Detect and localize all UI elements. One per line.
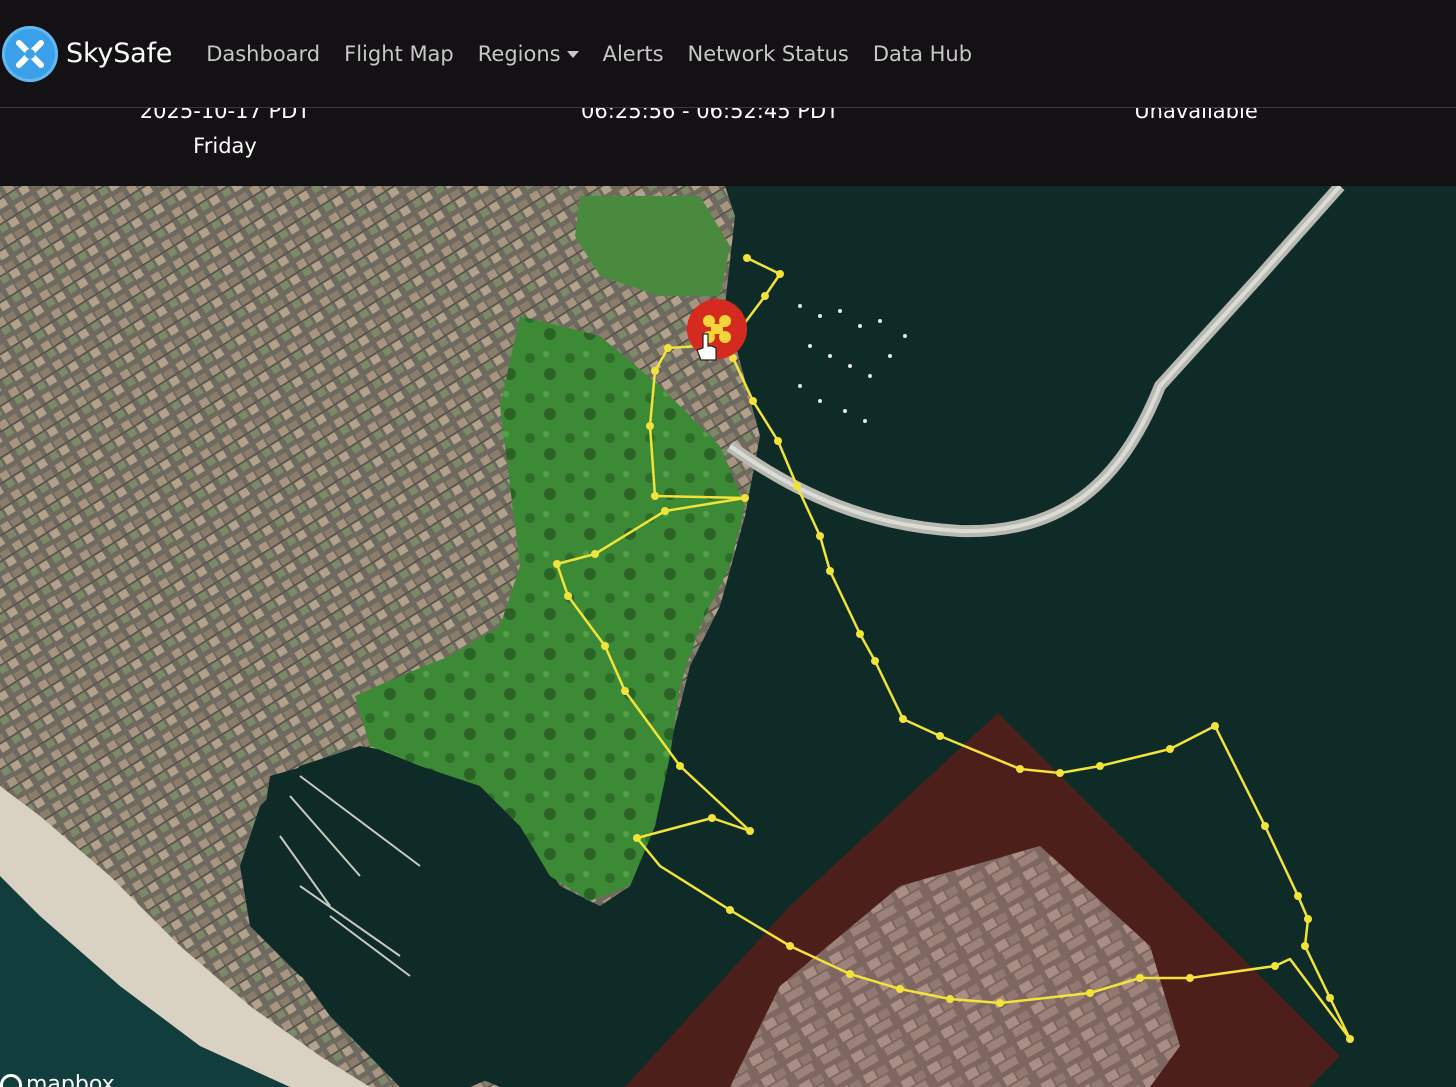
nav-regions-dropdown[interactable]: Regions (478, 42, 579, 66)
brand[interactable]: SkySafe (2, 24, 172, 84)
nav-flight-map[interactable]: Flight Map (344, 42, 454, 66)
top-navbar: SkySafe Dashboard Flight Map Regions Ale… (0, 0, 1456, 108)
drone-marker[interactable] (687, 299, 747, 359)
nav-alerts[interactable]: Alerts (603, 42, 664, 66)
flight-map[interactable]: mapbox (0, 186, 1456, 1087)
nav-network-status-label: Network Status (687, 41, 849, 66)
nav-links: Dashboard Flight Map Regions Alerts Netw… (194, 42, 984, 66)
flight-info-strip: 2025-10-17 PDT Friday 06:25:56 - 06:52:4… (0, 108, 1456, 186)
map-canvas (0, 186, 1456, 1087)
nav-dashboard-label: Dashboard (206, 41, 321, 66)
nav-network-status[interactable]: Network Status (688, 42, 849, 66)
nav-data-hub-label: Data Hub (872, 41, 973, 66)
flight-status: Unavailable (1134, 108, 1258, 123)
nav-regions-label: Regions (477, 41, 561, 66)
mapbox-attribution-text: mapbox (26, 1072, 115, 1087)
flight-time-range: 06:25:56 - 06:52:45 PDT (581, 108, 839, 123)
nav-flight-map-label: Flight Map (344, 41, 454, 66)
crossed-circle-icon (2, 25, 58, 82)
nav-dashboard[interactable]: Dashboard (206, 42, 320, 66)
brand-name: SkySafe (66, 38, 173, 69)
flight-day: Friday (193, 134, 257, 158)
mapbox-attribution[interactable]: mapbox (0, 1072, 115, 1087)
nav-alerts-label: Alerts (602, 41, 664, 66)
nav-data-hub[interactable]: Data Hub (873, 42, 972, 66)
flight-date: 2025-10-17 PDT (139, 108, 311, 123)
mapbox-logo-icon (0, 1073, 22, 1087)
chevron-down-icon (566, 51, 579, 58)
